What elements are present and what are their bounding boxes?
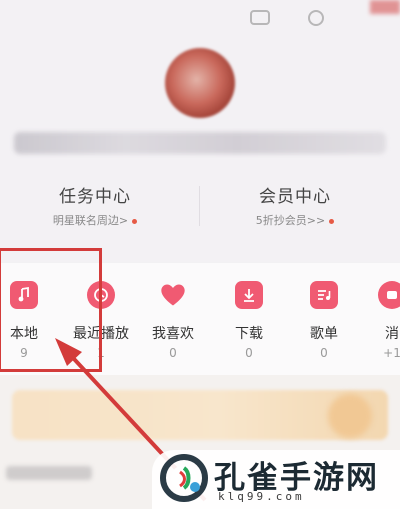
watermark-url: klq99.com [218, 490, 305, 503]
peacock-logo-icon [160, 454, 208, 502]
annotation-arrow [55, 338, 207, 502]
watermark: 孔雀手游网 klq99.com [152, 450, 400, 509]
